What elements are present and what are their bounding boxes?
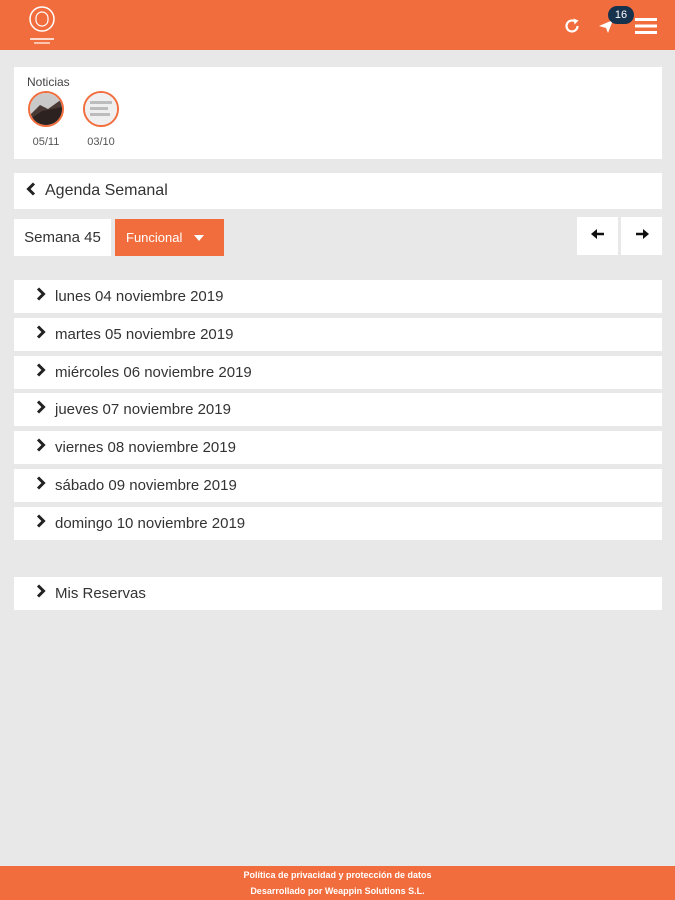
- day-label: miércoles 06 noviembre 2019: [55, 364, 252, 381]
- chevron-right-icon: [36, 363, 46, 382]
- chevron-right-icon: [36, 438, 46, 457]
- notification-badge: 16: [608, 6, 634, 24]
- day-label: lunes 04 noviembre 2019: [55, 288, 224, 305]
- developer-credit-link[interactable]: Desarrollado por Weappin Solutions S.L.: [0, 883, 675, 899]
- news-thumbnail[interactable]: [83, 91, 119, 127]
- day-label: sábado 09 noviembre 2019: [55, 477, 237, 494]
- news-date: 05/11: [32, 136, 60, 148]
- agenda-title: Agenda Semanal: [45, 182, 168, 199]
- chevron-right-icon: [36, 514, 46, 533]
- arrow-right-icon: [635, 227, 649, 245]
- next-week-button[interactable]: [621, 217, 662, 255]
- arrow-left-icon: [590, 227, 605, 245]
- my-reservations-row[interactable]: Mis Reservas: [14, 577, 662, 610]
- day-label: martes 05 noviembre 2019: [55, 326, 234, 343]
- day-row-thursday[interactable]: jueves 07 noviembre 2019: [14, 393, 662, 426]
- week-label: Semana 45: [14, 219, 111, 256]
- activity-filter-dropdown[interactable]: Funcional: [115, 219, 224, 256]
- brand-logo-icon[interactable]: [24, 4, 60, 46]
- refresh-icon[interactable]: [558, 12, 586, 40]
- chevron-left-icon: [26, 181, 36, 201]
- day-label: jueves 07 noviembre 2019: [55, 401, 231, 418]
- news-panel: Noticias 05/11 03/10: [14, 67, 662, 159]
- app-header: 16: [0, 0, 675, 50]
- day-row-tuesday[interactable]: martes 05 noviembre 2019: [14, 318, 662, 351]
- day-label: viernes 08 noviembre 2019: [55, 439, 236, 456]
- activity-filter-value: Funcional: [126, 230, 183, 245]
- privacy-policy-link[interactable]: Política de privacidad y protección de d…: [0, 867, 675, 883]
- day-row-saturday[interactable]: sábado 09 noviembre 2019: [14, 469, 662, 502]
- news-item[interactable]: 05/11: [26, 91, 66, 148]
- day-row-monday[interactable]: lunes 04 noviembre 2019: [14, 280, 662, 313]
- caret-down-icon: [194, 234, 205, 241]
- day-row-wednesday[interactable]: miércoles 06 noviembre 2019: [14, 356, 662, 389]
- news-date: 03/10: [87, 136, 115, 148]
- news-item[interactable]: 03/10: [81, 91, 121, 148]
- news-thumbnail[interactable]: [28, 91, 64, 127]
- previous-week-button[interactable]: [577, 217, 618, 255]
- footer: Política de privacidad y protección de d…: [0, 866, 675, 900]
- day-row-friday[interactable]: viernes 08 noviembre 2019: [14, 431, 662, 464]
- menu-icon[interactable]: [632, 12, 660, 40]
- reservations-label: Mis Reservas: [55, 585, 146, 602]
- day-row-sunday[interactable]: domingo 10 noviembre 2019: [14, 507, 662, 540]
- chevron-right-icon: [36, 325, 46, 344]
- chevron-right-icon: [36, 476, 46, 495]
- chevron-right-icon: [36, 400, 46, 419]
- chevron-right-icon: [36, 287, 46, 306]
- chevron-right-icon: [36, 584, 46, 603]
- day-label: domingo 10 noviembre 2019: [55, 515, 246, 532]
- agenda-back-button[interactable]: Agenda Semanal: [14, 173, 662, 209]
- news-title: Noticias: [27, 75, 70, 89]
